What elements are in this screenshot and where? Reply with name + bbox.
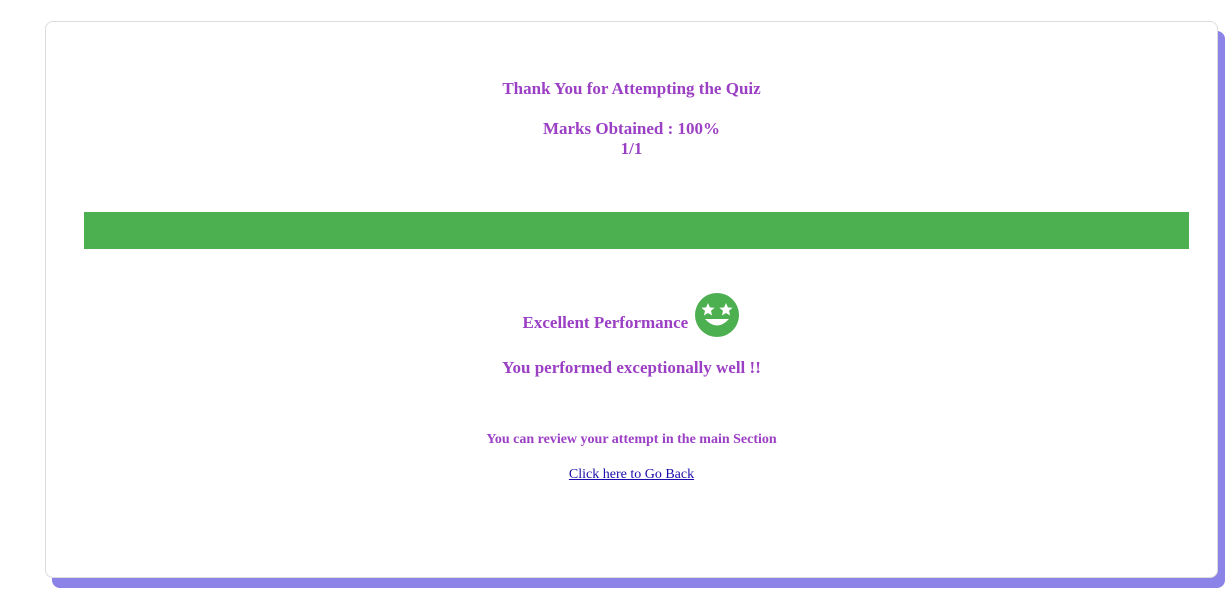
page: Thank You for Attempting the Quiz Marks … — [0, 0, 1231, 591]
back-link-container: Click here to Go Back — [46, 467, 1217, 483]
performance-row: Excellent Performance — [46, 292, 1217, 338]
score-progress-fill — [84, 212, 1189, 249]
performance-label: Excellent Performance — [522, 313, 689, 332]
result-card: Thank You for Attempting the Quiz Marks … — [45, 21, 1218, 578]
performance-message: You performed exceptionally well !! — [502, 358, 761, 377]
review-note: You can review your attempt in the main … — [486, 432, 777, 447]
page-title: Thank You for Attempting the Quiz — [502, 79, 761, 98]
marks-obtained-text: Marks Obtained : 100% — [542, 119, 721, 138]
score-fraction-text: 1/1 — [620, 139, 643, 158]
score-block: Marks Obtained : 100% 1/1 — [46, 119, 1217, 159]
go-back-link[interactable]: Click here to Go Back — [569, 467, 694, 482]
star-eyes-emoji-icon — [694, 292, 740, 338]
score-progress-bar — [84, 212, 1189, 249]
